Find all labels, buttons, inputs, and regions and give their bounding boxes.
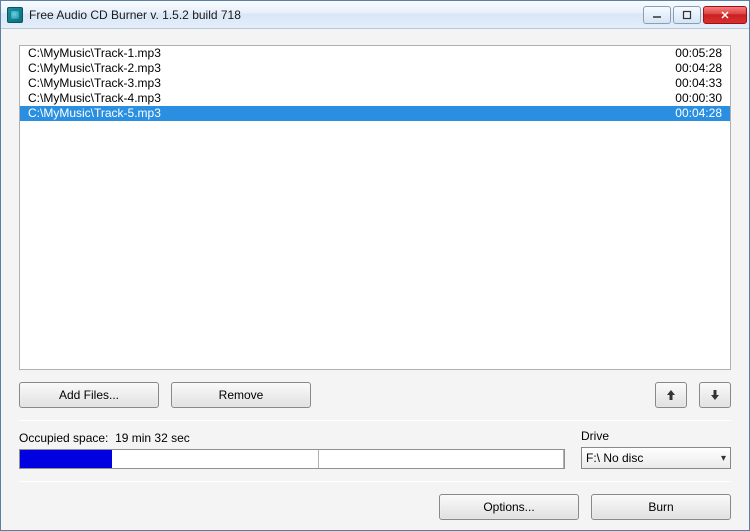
titlebar[interactable]: Free Audio CD Burner v. 1.5.2 build 718: [1, 1, 749, 29]
track-path: C:\MyMusic\Track-4.mp3: [28, 91, 675, 106]
burn-button[interactable]: Burn: [591, 494, 731, 520]
status-row: Occupied space: 19 min 32 sec Drive F:\ …: [19, 429, 731, 469]
move-up-button[interactable]: [655, 382, 687, 408]
remove-button[interactable]: Remove: [171, 382, 311, 408]
track-duration: 00:05:28: [675, 46, 722, 61]
track-row[interactable]: C:\MyMusic\Track-4.mp300:00:30: [20, 91, 730, 106]
occupied-progress-bar: [19, 449, 565, 469]
track-path: C:\MyMusic\Track-5.mp3: [28, 106, 675, 121]
drive-block: Drive F:\ No disc ▾: [581, 429, 731, 469]
occupied-label: Occupied space: 19 min 32 sec: [19, 431, 565, 445]
track-path: C:\MyMusic\Track-2.mp3: [28, 61, 675, 76]
app-icon: [7, 7, 23, 23]
window-controls: [643, 6, 747, 24]
move-down-button[interactable]: [699, 382, 731, 408]
list-buttons-row: Add Files... Remove: [19, 382, 731, 408]
drive-label: Drive: [581, 429, 731, 443]
app-window: Free Audio CD Burner v. 1.5.2 build 718 …: [0, 0, 750, 531]
track-path: C:\MyMusic\Track-1.mp3: [28, 46, 675, 61]
track-duration: 00:00:30: [675, 91, 722, 106]
track-row[interactable]: C:\MyMusic\Track-1.mp300:05:28: [20, 46, 730, 61]
close-button[interactable]: [703, 6, 747, 24]
window-title: Free Audio CD Burner v. 1.5.2 build 718: [29, 8, 643, 22]
track-row[interactable]: C:\MyMusic\Track-2.mp300:04:28: [20, 61, 730, 76]
drive-select[interactable]: F:\ No disc ▾: [581, 447, 731, 469]
occupied-block: Occupied space: 19 min 32 sec: [19, 431, 565, 469]
drive-selected-value: F:\ No disc: [586, 451, 643, 465]
track-duration: 00:04:28: [675, 61, 722, 76]
content-area: C:\MyMusic\Track-1.mp300:05:28C:\MyMusic…: [1, 29, 749, 530]
add-files-button[interactable]: Add Files...: [19, 382, 159, 408]
track-duration: 00:04:28: [675, 106, 722, 121]
maximize-button[interactable]: [673, 6, 701, 24]
divider: [19, 481, 731, 482]
maximize-icon: [682, 10, 692, 20]
occupied-value: 19 min 32 sec: [115, 431, 190, 445]
minimize-button[interactable]: [643, 6, 671, 24]
track-duration: 00:04:33: [675, 76, 722, 91]
chevron-down-icon: ▾: [721, 453, 726, 464]
progress-fill: [20, 450, 112, 468]
track-list[interactable]: C:\MyMusic\Track-1.mp300:05:28C:\MyMusic…: [19, 45, 731, 370]
track-row[interactable]: C:\MyMusic\Track-3.mp300:04:33: [20, 76, 730, 91]
arrow-up-icon: [666, 389, 676, 401]
divider: [19, 420, 731, 421]
occupied-label-prefix: Occupied space:: [19, 431, 108, 445]
options-button[interactable]: Options...: [439, 494, 579, 520]
minimize-icon: [652, 10, 662, 20]
track-path: C:\MyMusic\Track-3.mp3: [28, 76, 675, 91]
progress-segment: [112, 450, 319, 468]
arrow-down-icon: [710, 389, 720, 401]
progress-segment: [319, 450, 564, 468]
close-icon: [720, 10, 730, 20]
track-row[interactable]: C:\MyMusic\Track-5.mp300:04:28: [20, 106, 730, 121]
bottom-buttons-row: Options... Burn: [19, 494, 731, 520]
